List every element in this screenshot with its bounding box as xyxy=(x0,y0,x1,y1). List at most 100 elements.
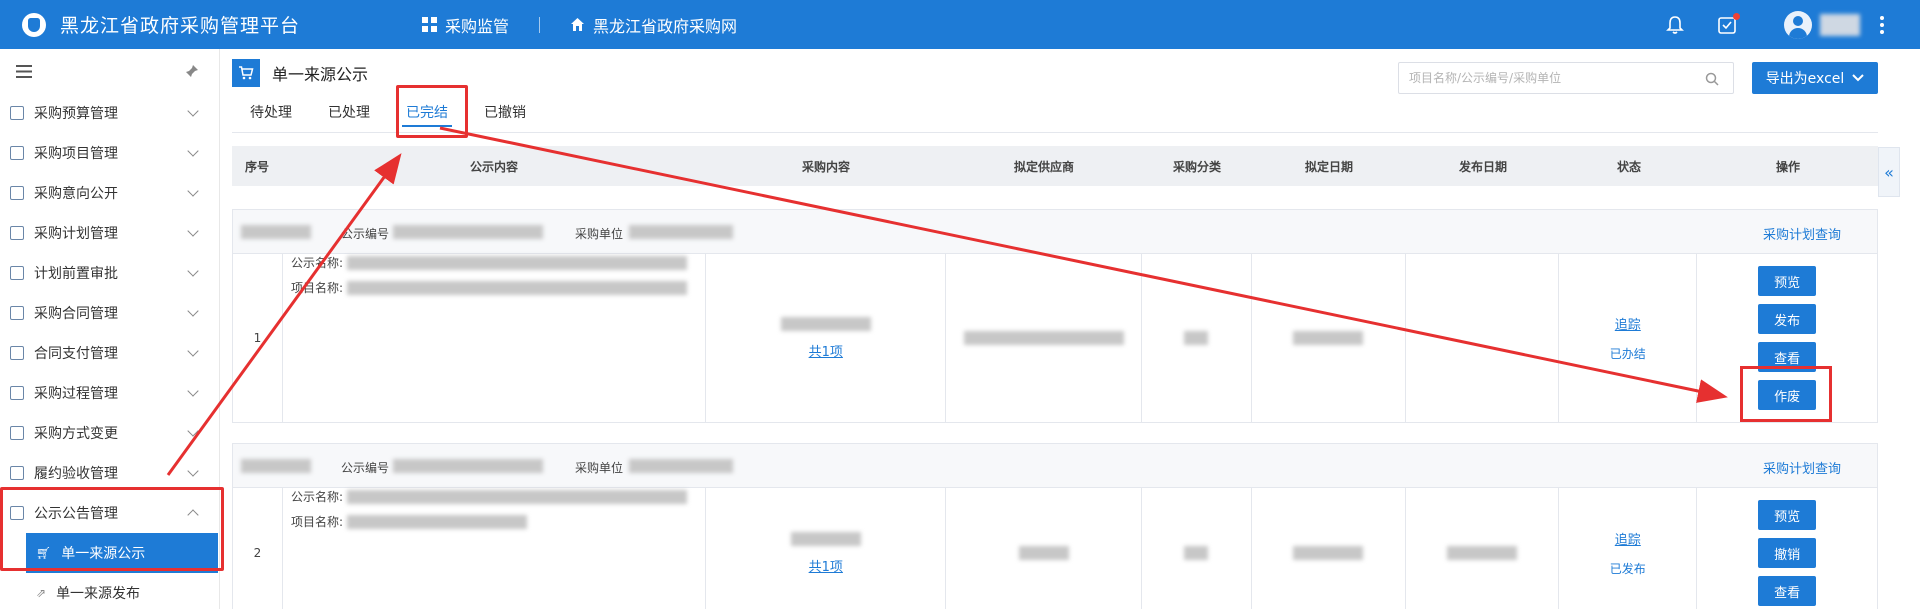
annotation-box-tab xyxy=(396,85,468,138)
sidebar-item-contract[interactable]: 采购合同管理 xyxy=(0,293,219,333)
payment-icon xyxy=(10,346,24,360)
notice-code-label: 公示编号 xyxy=(341,227,390,241)
search-icon[interactable] xyxy=(1705,72,1719,86)
acceptance-icon xyxy=(10,466,24,480)
track-link[interactable]: 追踪 xyxy=(1615,314,1641,333)
sidebar-item-label: 采购方式变更 xyxy=(34,426,118,442)
content-count-link[interactable]: 共1项 xyxy=(809,341,843,360)
sidebar-item-plan[interactable]: 采购计划管理 xyxy=(0,213,219,253)
table-record: 公示编号 采购单位 采购计划查询 1 公示名称: 项目名称: 共1项 追踪 已办… xyxy=(232,209,1878,423)
redacted-text xyxy=(346,514,527,529)
project-icon xyxy=(10,146,24,160)
view-button[interactable]: 查看 xyxy=(1758,576,1817,606)
redacted-text xyxy=(346,489,687,504)
chevron-down-icon xyxy=(187,265,199,277)
redacted-text xyxy=(241,225,311,239)
hamburger-icon[interactable] xyxy=(16,64,32,78)
tab-processed[interactable]: 已处理 xyxy=(310,99,388,133)
chevron-down-icon xyxy=(187,185,199,197)
nav-procurement-site[interactable]: 黑龙江省政府采购网 xyxy=(570,13,737,37)
preview-button[interactable]: 预览 xyxy=(1758,500,1817,530)
sidebar-item-label: 采购计划管理 xyxy=(34,226,118,242)
bell-icon[interactable] xyxy=(1664,14,1686,36)
collapse-panel-icon[interactable]: « xyxy=(1878,147,1900,197)
sidebar-item-project[interactable]: 采购项目管理 xyxy=(0,133,219,173)
search-field xyxy=(1398,62,1734,94)
pin-icon[interactable] xyxy=(185,64,199,78)
redacted-text xyxy=(629,459,733,473)
sidebar-item-label: 采购意向公开 xyxy=(34,186,118,202)
sidebar-item-label: 履约验收管理 xyxy=(34,466,118,482)
sidebar-item-approval[interactable]: 计划前置审批 xyxy=(0,253,219,293)
column-header: 公示内容 xyxy=(469,159,518,174)
table-row: 1 公示名称: 项目名称: 共1项 追踪 已办结 预览 发布 查看 作废 xyxy=(233,254,1877,422)
sidebar-item-budget[interactable]: 采购预算管理 xyxy=(0,93,219,133)
nav-procurement-supervision[interactable]: 采购监管 xyxy=(422,13,509,37)
sidebar-subitem-label: 单一来源发布 xyxy=(56,586,141,602)
process-icon xyxy=(10,386,24,400)
nav-label: 采购监管 xyxy=(445,16,510,36)
project-name-label: 项目名称: xyxy=(290,515,343,529)
chevron-down-icon xyxy=(187,385,199,397)
page-title: 单一来源公示 xyxy=(272,65,369,84)
tab-pending[interactable]: 待处理 xyxy=(232,99,310,133)
redacted-text xyxy=(963,331,1124,345)
publish-icon: ⇗ xyxy=(36,586,47,600)
tab-revoked[interactable]: 已撤销 xyxy=(466,99,544,133)
intent-icon xyxy=(10,186,24,200)
top-bar: 黑龙江省政府采购管理平台 采购监管 黑龙江省政府采购网 xyxy=(0,0,1920,49)
publish-button[interactable]: 发布 xyxy=(1758,304,1817,334)
export-label: 导出为excel xyxy=(1765,71,1845,87)
sidebar-item-intent[interactable]: 采购意向公开 xyxy=(0,173,219,213)
procurement-content-cell: 共1项 xyxy=(706,254,947,422)
status-cell: 追踪 已发布 xyxy=(1559,488,1698,609)
redacted-text xyxy=(629,225,733,239)
notice-code-label: 公示编号 xyxy=(341,461,390,475)
project-name-label: 项目名称: xyxy=(290,281,343,295)
status-badge: 已办结 xyxy=(1609,347,1646,361)
avatar[interactable] xyxy=(1784,10,1812,39)
notification-dot xyxy=(1733,12,1740,20)
content-count-link[interactable]: 共1项 xyxy=(809,556,843,575)
table-row: 2 公示名称: 项目名称: 共1项 追踪 已发布 预览 撤销 查看 xyxy=(233,488,1877,609)
track-link[interactable]: 追踪 xyxy=(1615,529,1641,548)
sidebar-item-process[interactable]: 采购过程管理 xyxy=(0,373,219,413)
annotation-box-action xyxy=(1740,366,1832,422)
sidebar-item-payment[interactable]: 合同支付管理 xyxy=(0,333,219,373)
plan-query-link[interactable]: 采购计划查询 xyxy=(1763,224,1841,243)
chevron-down-icon xyxy=(187,425,199,437)
approval-icon xyxy=(10,266,24,280)
preview-button[interactable]: 预览 xyxy=(1758,266,1817,296)
more-icon[interactable] xyxy=(1880,15,1884,34)
page-header: 单一来源公示 xyxy=(232,59,368,87)
nav-divider xyxy=(539,16,541,33)
redacted-text xyxy=(1184,546,1209,560)
status-cell: 追踪 已办结 xyxy=(1559,254,1698,422)
plan-query-link[interactable]: 采购计划查询 xyxy=(1763,458,1841,477)
task-icon[interactable] xyxy=(1716,12,1740,36)
actions-cell: 预览 撤销 查看 xyxy=(1697,488,1877,609)
row-index: 1 xyxy=(233,254,283,422)
sidebar-toolbar xyxy=(0,49,219,93)
table-header: 序号 公示内容 采购内容 拟定供应商 采购分类 拟定日期 发布日期 状态 操作 xyxy=(232,146,1878,186)
sidebar-subitem-single-source-publish[interactable]: ⇗ 单一来源发布 xyxy=(0,573,219,609)
redacted-text xyxy=(241,459,311,473)
revoke-button[interactable]: 撤销 xyxy=(1758,538,1817,568)
export-excel-button[interactable]: 导出为excel xyxy=(1752,62,1878,94)
contract-icon xyxy=(10,306,24,320)
column-header: 采购分类 xyxy=(1172,159,1221,174)
notice-content-cell: 公示名称: 项目名称: xyxy=(283,488,707,609)
sidebar-item-label: 采购预算管理 xyxy=(34,106,118,122)
chevron-down-icon xyxy=(187,225,199,237)
sidebar-item-method[interactable]: 采购方式变更 xyxy=(0,413,219,453)
record-header: 公示编号 采购单位 采购计划查询 xyxy=(233,444,1877,488)
table-record: 公示编号 采购单位 采购计划查询 2 公示名称: 项目名称: 共1项 追踪 已发… xyxy=(232,443,1878,609)
sidebar-item-label: 采购合同管理 xyxy=(34,306,118,322)
column-header: 采购内容 xyxy=(801,159,850,174)
redacted-text xyxy=(1293,331,1364,345)
column-header: 拟定供应商 xyxy=(1013,159,1074,174)
column-header: 拟定日期 xyxy=(1304,159,1353,174)
sidebar-item-label: 合同支付管理 xyxy=(34,346,118,362)
purchasing-unit-label: 采购单位 xyxy=(575,461,624,475)
search-input[interactable] xyxy=(1399,63,1689,93)
